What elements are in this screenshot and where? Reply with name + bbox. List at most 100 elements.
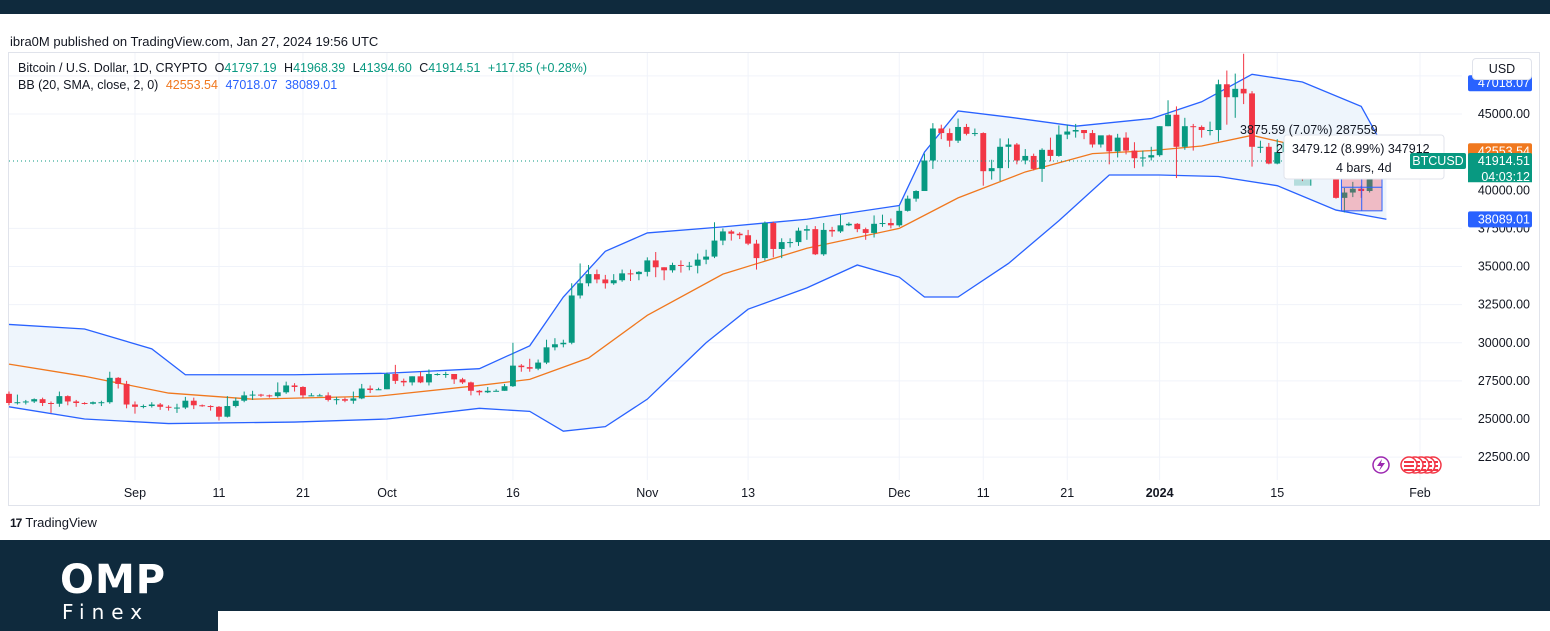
candle-body[interactable] bbox=[400, 380, 407, 383]
candle-body[interactable] bbox=[1223, 84, 1230, 98]
candle-body[interactable] bbox=[896, 210, 903, 226]
candle-body[interactable] bbox=[803, 229, 810, 231]
candle-body[interactable] bbox=[719, 231, 726, 241]
candle-body[interactable] bbox=[6, 393, 12, 403]
candle-body[interactable] bbox=[812, 229, 819, 255]
tradingview-logo[interactable]: 17 TradingView bbox=[10, 515, 97, 530]
candle-body[interactable] bbox=[1181, 126, 1188, 147]
candle-body[interactable] bbox=[627, 273, 634, 275]
candle-body[interactable] bbox=[493, 390, 500, 392]
candle-body[interactable] bbox=[635, 271, 642, 275]
candle-body[interactable] bbox=[249, 394, 256, 396]
candle-body[interactable] bbox=[829, 229, 836, 232]
candle-body[interactable] bbox=[913, 191, 920, 199]
candle-body[interactable] bbox=[1257, 146, 1264, 148]
candle-body[interactable] bbox=[837, 225, 844, 232]
candle-body[interactable] bbox=[795, 230, 802, 243]
candle-body[interactable] bbox=[761, 223, 768, 259]
candle-body[interactable] bbox=[426, 374, 432, 383]
candle-body[interactable] bbox=[157, 404, 164, 407]
candle-body[interactable] bbox=[980, 133, 987, 172]
candle-body[interactable] bbox=[1064, 131, 1071, 135]
candle-body[interactable] bbox=[274, 392, 281, 397]
bb-indicator-label[interactable]: BB (20, SMA, close, 2, 0) bbox=[18, 78, 158, 92]
candle-body[interactable] bbox=[711, 240, 718, 257]
candle-body[interactable] bbox=[1131, 150, 1138, 159]
candle-body[interactable] bbox=[115, 377, 122, 384]
candle-body[interactable] bbox=[409, 376, 416, 383]
candle-body[interactable] bbox=[1005, 144, 1012, 147]
candle-body[interactable] bbox=[291, 385, 298, 387]
candle-body[interactable] bbox=[39, 399, 46, 403]
candle-body[interactable] bbox=[165, 406, 172, 408]
candle-body[interactable] bbox=[358, 388, 365, 399]
candle-body[interactable] bbox=[610, 280, 617, 284]
candle-body[interactable] bbox=[938, 128, 945, 134]
candle-body[interactable] bbox=[677, 264, 684, 266]
candle-body[interactable] bbox=[1039, 149, 1045, 169]
candle-body[interactable] bbox=[997, 146, 1004, 169]
candle-body[interactable] bbox=[753, 243, 760, 259]
candle-body[interactable] bbox=[535, 362, 542, 369]
candle-body[interactable] bbox=[602, 279, 609, 284]
candle-body[interactable] bbox=[644, 260, 651, 272]
candle-body[interactable] bbox=[56, 396, 63, 404]
candle-body[interactable] bbox=[694, 259, 701, 266]
candle-body[interactable] bbox=[64, 396, 71, 402]
candle-body[interactable] bbox=[854, 223, 861, 230]
candle-body[interactable] bbox=[81, 402, 88, 404]
candle-body[interactable] bbox=[14, 402, 21, 404]
candle-body[interactable] bbox=[384, 374, 390, 390]
candle-body[interactable] bbox=[904, 198, 911, 211]
candle-body[interactable] bbox=[1232, 88, 1239, 98]
candle-body[interactable] bbox=[476, 390, 483, 393]
candle-body[interactable] bbox=[1097, 135, 1104, 145]
candle-body[interactable] bbox=[308, 395, 315, 397]
candle-body[interactable] bbox=[467, 382, 474, 391]
candle-body[interactable] bbox=[770, 223, 777, 249]
candle-body[interactable] bbox=[459, 379, 466, 383]
candle-body[interactable] bbox=[106, 377, 113, 403]
candle-body[interactable] bbox=[1240, 88, 1247, 94]
candle-body[interactable] bbox=[526, 367, 533, 369]
candle-body[interactable] bbox=[686, 265, 693, 267]
candle-body[interactable] bbox=[619, 273, 626, 281]
candle-body[interactable] bbox=[98, 402, 105, 404]
candle-body[interactable] bbox=[333, 399, 340, 401]
candle-body[interactable] bbox=[1207, 130, 1213, 132]
candle-body[interactable] bbox=[955, 126, 962, 141]
candle-body[interactable] bbox=[593, 274, 600, 280]
candle-body[interactable] bbox=[300, 386, 306, 396]
candle-body[interactable] bbox=[1165, 114, 1171, 127]
candle-body[interactable] bbox=[585, 274, 592, 284]
candle-body[interactable] bbox=[484, 390, 491, 393]
candle-body[interactable] bbox=[963, 126, 970, 134]
candle-body[interactable] bbox=[1156, 126, 1163, 156]
candle-body[interactable] bbox=[887, 223, 894, 226]
candle-body[interactable] bbox=[728, 231, 735, 234]
candle-body[interactable] bbox=[207, 406, 214, 408]
candle-body[interactable] bbox=[560, 342, 567, 345]
candle-body[interactable] bbox=[518, 365, 525, 368]
candle-body[interactable] bbox=[350, 398, 357, 401]
candle-body[interactable] bbox=[342, 399, 348, 401]
candle-body[interactable] bbox=[1123, 137, 1129, 151]
candle-body[interactable] bbox=[241, 395, 248, 401]
candle-body[interactable] bbox=[551, 344, 558, 348]
symbol-title[interactable]: Bitcoin / U.S. Dollar, 1D, CRYPTO bbox=[18, 61, 207, 75]
candle-body[interactable] bbox=[367, 388, 374, 391]
candle-body[interactable] bbox=[652, 260, 659, 268]
candle-body[interactable] bbox=[509, 365, 516, 387]
candle-body[interactable] bbox=[1249, 93, 1255, 147]
candle-body[interactable] bbox=[316, 395, 323, 397]
candle-body[interactable] bbox=[283, 385, 290, 393]
candle-body[interactable] bbox=[946, 133, 953, 141]
candle-body[interactable] bbox=[1055, 134, 1062, 156]
candle-body[interactable] bbox=[1072, 130, 1079, 132]
candle-body[interactable] bbox=[1081, 130, 1087, 134]
candle-body[interactable] bbox=[132, 404, 138, 407]
candle-body[interactable] bbox=[1148, 155, 1155, 158]
candle-body[interactable] bbox=[921, 160, 928, 192]
candle-body[interactable] bbox=[501, 386, 508, 391]
candle-body[interactable] bbox=[392, 374, 399, 381]
